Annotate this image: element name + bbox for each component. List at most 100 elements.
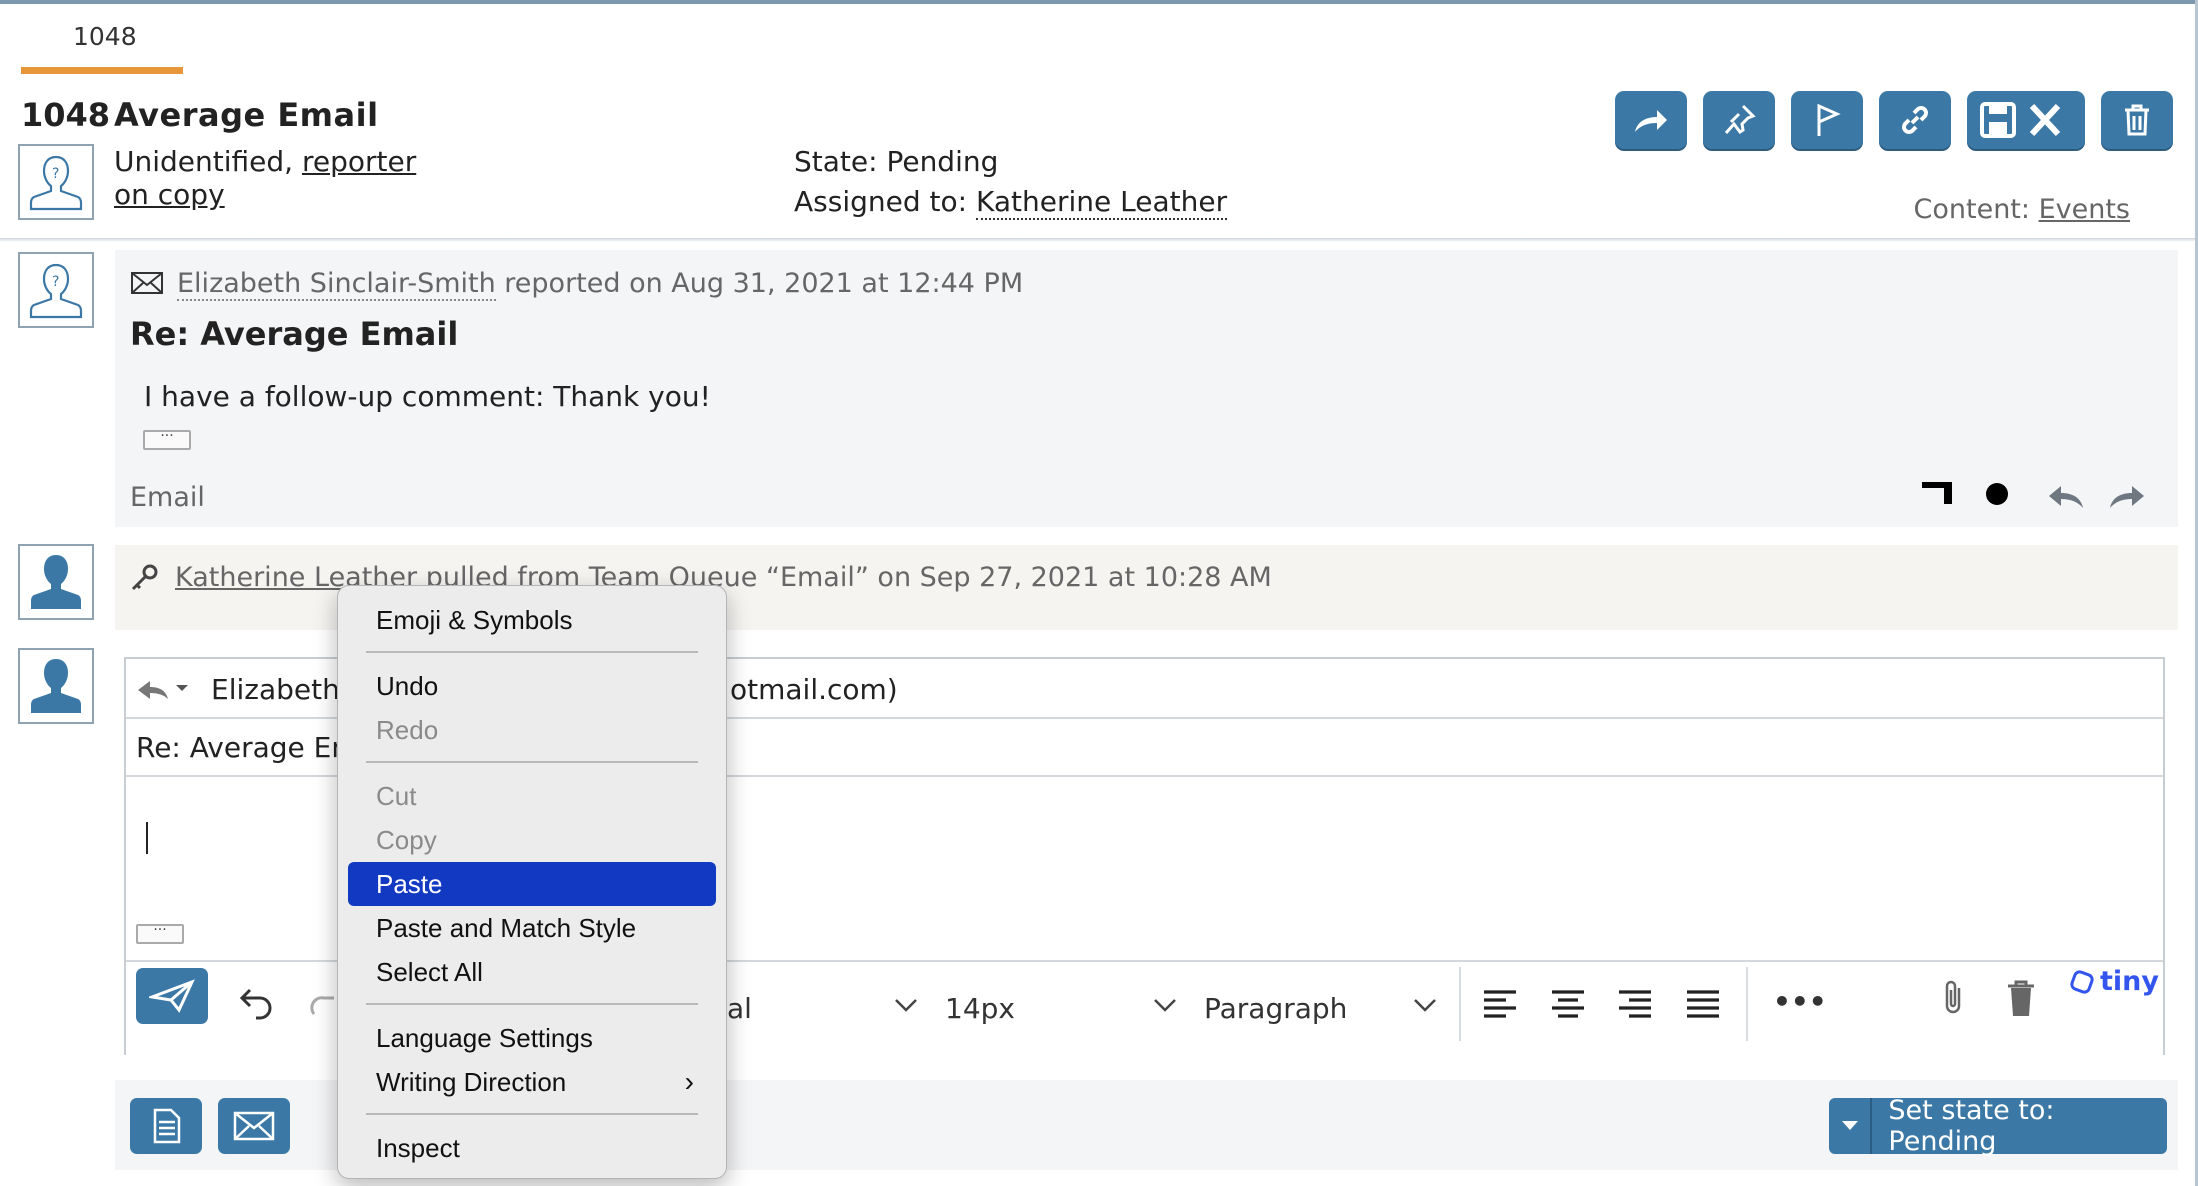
send-icon bbox=[149, 979, 195, 1013]
assigned-line: Assigned to: Katherine Leather bbox=[794, 185, 1228, 220]
font-family-select[interactable]: al bbox=[727, 992, 752, 1025]
set-state-button[interactable]: Set state to: Pending bbox=[1829, 1095, 2167, 1157]
key-icon bbox=[131, 564, 158, 591]
caret-down-icon bbox=[1841, 1121, 1858, 1130]
send-button[interactable] bbox=[136, 968, 208, 1024]
event-type: Email bbox=[130, 482, 205, 513]
composer-avatar-icon bbox=[18, 648, 94, 724]
flag-button[interactable] bbox=[1791, 91, 1863, 149]
forward-button[interactable] bbox=[1615, 91, 1687, 149]
event-meta-text: reported on Aug 31, 2021 at 12:44 PM bbox=[495, 268, 1024, 299]
show-quoted-reply-button[interactable]: ··· bbox=[136, 923, 184, 944]
trash-icon bbox=[2125, 104, 2149, 136]
menu-item-paste-match-style[interactable]: Paste and Match Style bbox=[348, 906, 716, 950]
agent-avatar-icon bbox=[18, 544, 94, 620]
requester-avatar-icon: ? bbox=[18, 144, 94, 220]
align-left-icon[interactable] bbox=[1482, 988, 1518, 1020]
new-email-button[interactable] bbox=[218, 1098, 290, 1154]
menu-item-language-settings[interactable]: Language Settings bbox=[348, 1016, 716, 1060]
envelope-icon bbox=[131, 272, 163, 294]
ticket-tab[interactable]: 1048 bbox=[73, 22, 137, 51]
toolbar-separator bbox=[1459, 967, 1461, 1041]
ticket-id: 1048 bbox=[21, 96, 111, 134]
menu-item-select-all[interactable]: Select All bbox=[348, 950, 716, 994]
show-quoted-button[interactable]: ··· bbox=[143, 429, 191, 450]
flag-icon bbox=[1817, 103, 1841, 136]
event-meta: Elizabeth Sinclair-Smith reported on Aug… bbox=[177, 268, 1024, 301]
recipient-address-tail[interactable]: otmail.com) bbox=[730, 673, 898, 706]
font-size-select[interactable]: 14px bbox=[945, 992, 1015, 1025]
top-border bbox=[0, 0, 2198, 4]
pin-button[interactable] bbox=[1703, 91, 1775, 149]
subject-input[interactable]: Re: Average Em bbox=[136, 731, 359, 764]
assigned-prefix: Assigned to: bbox=[794, 185, 976, 218]
on-copy-link[interactable]: on copy bbox=[114, 178, 225, 211]
view-original-icon[interactable] bbox=[1910, 478, 1956, 514]
content-prefix: Content: bbox=[1913, 194, 2039, 225]
ticket-title: Average Email bbox=[114, 96, 379, 134]
discard-draft-icon[interactable] bbox=[2004, 978, 2038, 1018]
menu-separator bbox=[366, 1113, 698, 1115]
menu-item-emoji-symbols[interactable]: Emoji & Symbols bbox=[348, 598, 716, 642]
menu-separator bbox=[366, 1003, 698, 1005]
event-author-avatar-icon: ? bbox=[18, 252, 94, 328]
save-close-button[interactable] bbox=[1967, 91, 2085, 149]
forward-icon bbox=[1635, 110, 1667, 132]
menu-item-undo[interactable]: Undo bbox=[348, 664, 716, 708]
menu-separator bbox=[366, 651, 698, 653]
recipient-name[interactable]: Elizabeth bbox=[211, 673, 340, 706]
svg-text:?: ? bbox=[52, 274, 59, 290]
text-cursor bbox=[146, 822, 148, 854]
align-right-icon[interactable] bbox=[1617, 988, 1653, 1020]
align-center-icon[interactable] bbox=[1550, 988, 1586, 1020]
chevron-right-icon: › bbox=[684, 1066, 694, 1097]
set-state-dropdown[interactable] bbox=[1829, 1098, 1873, 1154]
tiny-brand-text: tiny bbox=[2100, 966, 2159, 997]
chevron-down-icon[interactable] bbox=[893, 996, 919, 1014]
tiny-brand-icon bbox=[2070, 969, 2094, 994]
menu-item-inspect[interactable]: Inspect bbox=[348, 1126, 716, 1170]
menu-item-writing-direction-label: Writing Direction bbox=[376, 1067, 567, 1097]
reply-mode-dropdown-icon[interactable] bbox=[134, 673, 194, 703]
delete-button[interactable] bbox=[2101, 91, 2173, 149]
assignee-link[interactable]: Katherine Leather bbox=[975, 185, 1228, 220]
content-events-link[interactable]: Events bbox=[2039, 194, 2130, 225]
event-author-link[interactable]: Elizabeth Sinclair-Smith bbox=[177, 268, 496, 301]
chevron-down-icon[interactable] bbox=[1152, 996, 1178, 1014]
chevron-down-icon[interactable] bbox=[1412, 996, 1438, 1014]
reporter-link[interactable]: reporter bbox=[302, 145, 416, 178]
toolbar-separator bbox=[1746, 967, 1748, 1041]
undo-icon[interactable] bbox=[238, 984, 278, 1020]
menu-item-copy: Copy bbox=[376, 825, 437, 855]
tiny-logo: tiny bbox=[2070, 966, 2159, 997]
block-format-select[interactable]: Paragraph bbox=[1204, 992, 1347, 1025]
requester-line: Unidentified, reporter bbox=[114, 145, 416, 178]
svg-text:?: ? bbox=[52, 166, 59, 182]
active-tab-indicator bbox=[21, 67, 183, 74]
requester-line-2: on copy bbox=[114, 178, 225, 211]
link-button[interactable] bbox=[1879, 91, 1951, 149]
forward-event-icon[interactable] bbox=[2106, 478, 2150, 514]
event-subject: Re: Average Email bbox=[130, 315, 459, 353]
redo-icon[interactable] bbox=[310, 984, 338, 1020]
header-divider bbox=[0, 238, 2195, 242]
envelope-icon bbox=[233, 1111, 275, 1141]
add-note-button[interactable] bbox=[130, 1098, 202, 1154]
menu-item-paste[interactable]: Paste bbox=[348, 862, 716, 906]
content-filter: Content: Events bbox=[1914, 194, 2130, 225]
menu-separator bbox=[366, 761, 698, 763]
menu-item-redo: Redo bbox=[376, 715, 439, 745]
event-body: I have a follow-up comment: Thank you! bbox=[144, 380, 711, 413]
attachment-icon[interactable] bbox=[1939, 978, 1969, 1018]
reply-icon[interactable] bbox=[2043, 478, 2087, 514]
align-justify-icon[interactable] bbox=[1685, 988, 1721, 1020]
document-icon bbox=[153, 1108, 181, 1144]
more-tools-button[interactable]: ••• bbox=[1773, 985, 1827, 1018]
requester-prefix: Unidentified, bbox=[114, 145, 302, 178]
menu-item-writing-direction[interactable]: Writing Direction › bbox=[348, 1060, 716, 1104]
search-icon[interactable] bbox=[1980, 478, 2020, 514]
state-label: State: Pending bbox=[794, 145, 999, 178]
context-menu: Emoji & Symbols Undo Redo Cut Copy Paste… bbox=[337, 585, 727, 1179]
menu-item-cut: Cut bbox=[376, 781, 417, 811]
set-state-label: Set state to: Pending bbox=[1888, 1095, 2055, 1157]
